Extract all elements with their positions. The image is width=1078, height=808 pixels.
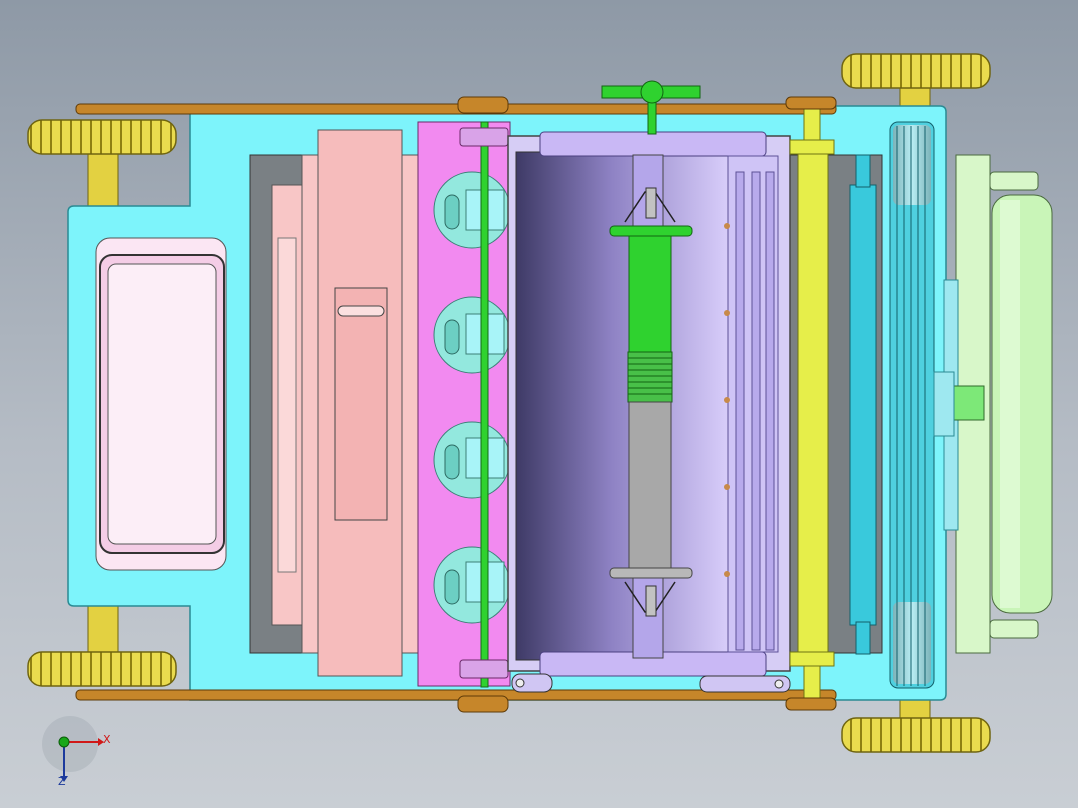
lawn-mower-model (27, 53, 1053, 782)
cyan-roller (849, 184, 877, 626)
rear-axle-top (87, 147, 119, 207)
x-axis-label: X (103, 733, 111, 746)
pulley-top-right (785, 96, 837, 110)
shaft-spring (627, 351, 673, 403)
drive-belt-top (75, 103, 837, 115)
front-axle-top (899, 85, 931, 109)
rear-left-wheel (27, 119, 177, 155)
camshaft (480, 121, 489, 688)
coordinate-triad-icon (42, 716, 104, 782)
front-right-wheel (841, 717, 991, 753)
drive-shaft-gray (628, 401, 672, 569)
pulley-bottom-right (785, 697, 837, 711)
rear-axle-bottom (87, 599, 119, 659)
pulley-bottom-left (457, 695, 509, 713)
front-left-wheel (841, 53, 991, 89)
yellow-roller (797, 151, 829, 663)
z-axis-label: Z (58, 775, 66, 788)
cad-viewport[interactable]: X Z (0, 0, 1078, 808)
drive-shaft-green (628, 231, 672, 353)
rear-right-wheel (27, 651, 177, 687)
pulley-top-left (457, 96, 509, 114)
engine-access-plate (334, 287, 388, 521)
